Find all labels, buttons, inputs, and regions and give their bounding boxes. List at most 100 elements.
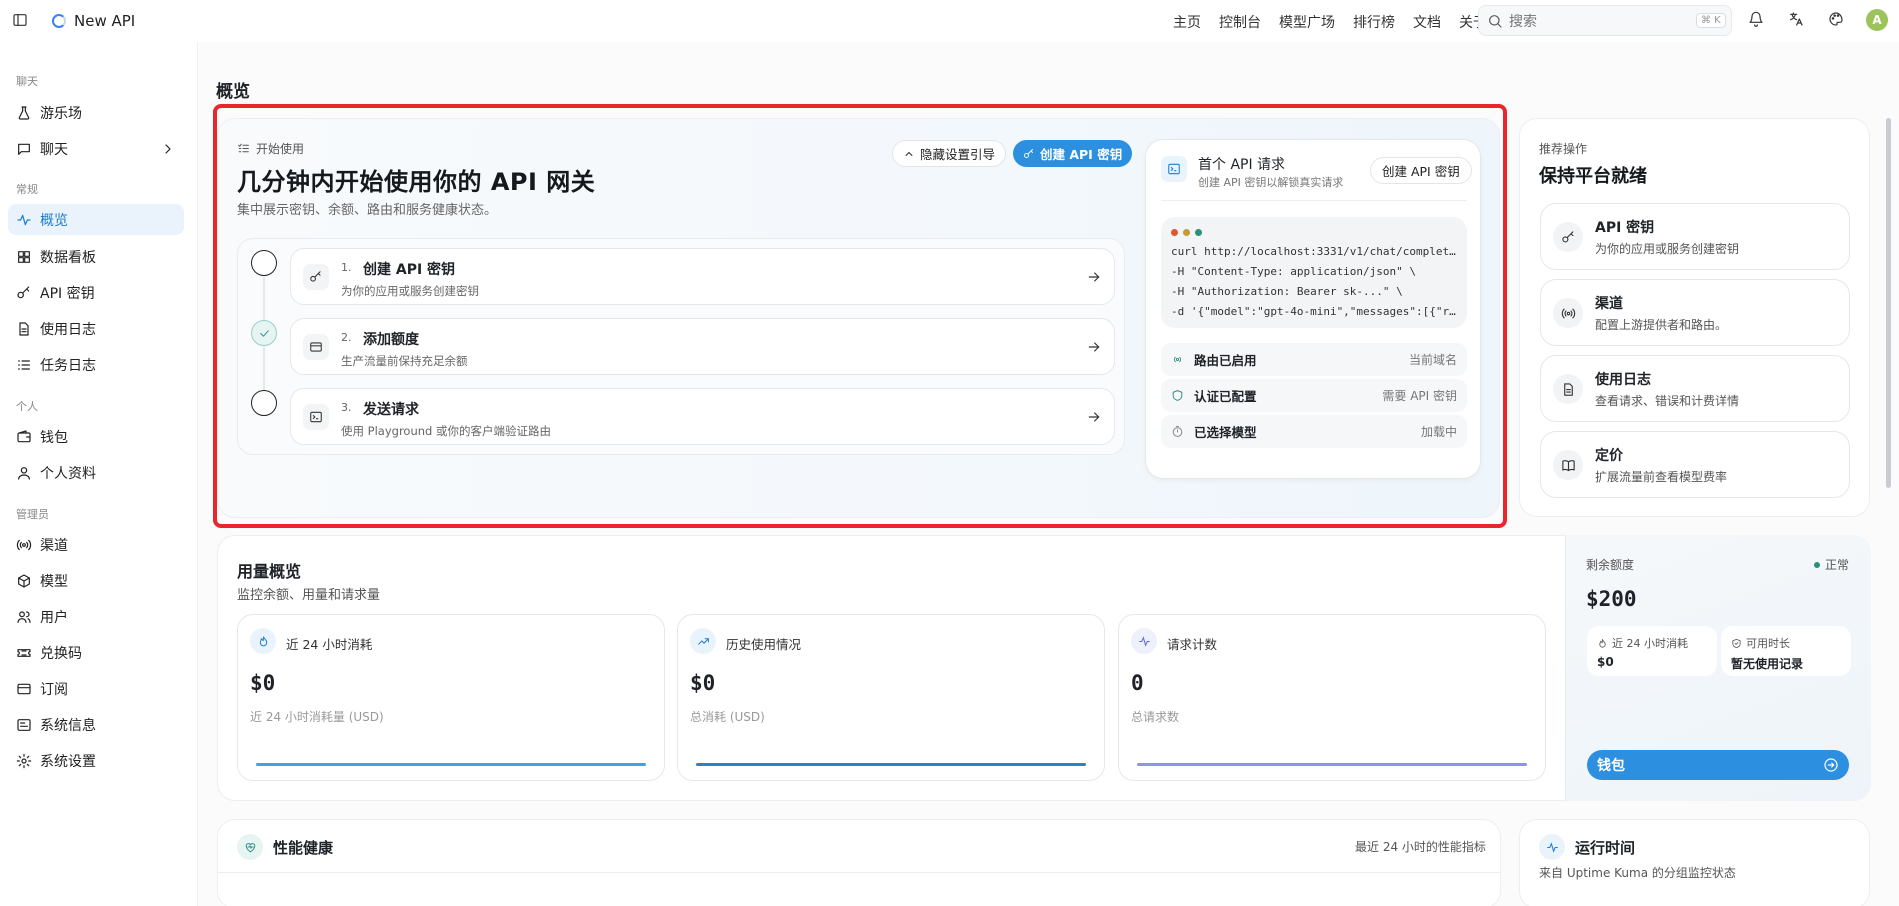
radio-icon (1553, 298, 1583, 328)
sidebar-item-profile[interactable]: 个人资料 (8, 457, 184, 488)
top-nav: 主页 控制台 模型广场 排行榜 文档 关于 (1173, 12, 1487, 32)
nav-leaderboard[interactable]: 排行榜 (1353, 12, 1395, 32)
app-logo[interactable]: New API (52, 12, 135, 30)
sidebar-item-label: 钱包 (40, 429, 68, 446)
rec-usage-logs[interactable]: 使用日志 查看请求、错误和计费详情 (1540, 355, 1850, 422)
file-icon (1553, 374, 1583, 404)
nav-home[interactable]: 主页 (1173, 12, 1201, 32)
radio-icon (1171, 353, 1184, 366)
sidebar-item-models[interactable]: 模型 (8, 565, 184, 596)
step-send-request[interactable]: 3. 发送请求 使用 Playground 或你的客户端验证路由 (290, 388, 1115, 445)
info-icon (16, 717, 32, 733)
users-icon (16, 609, 32, 625)
sidebar-item-subscriptions[interactable]: 订阅 (8, 673, 184, 704)
rec-pricing[interactable]: 定价 扩展流量前查看模型费率 (1540, 431, 1850, 498)
rec-desc: 为你的应用或服务创建密钥 (1595, 242, 1740, 256)
sidebar-item-playground[interactable]: 游乐场 (8, 97, 184, 128)
performance-title: 性能健康 (273, 839, 334, 857)
wallet-button[interactable]: 钱包 (1587, 750, 1849, 780)
sidebar-toggle-icon[interactable] (12, 12, 28, 28)
step-add-credit[interactable]: 2. 添加额度 生产流量前保持充足余额 (290, 318, 1115, 375)
sidebar-item-label: API 密钥 (40, 285, 95, 302)
trending-up-icon (690, 628, 716, 654)
sidebar-item-usage-logs[interactable]: 使用日志 (8, 313, 184, 344)
panel-create-api-key-button[interactable]: 创建 API 密钥 (1370, 157, 1472, 184)
rec-desc: 查看请求、错误和计费详情 (1595, 394, 1740, 408)
key-icon (16, 285, 32, 301)
nav-model-market[interactable]: 模型广场 (1279, 12, 1335, 32)
hide-guide-button[interactable]: 隐藏设置引导 (892, 140, 1007, 167)
step-1-indicator (251, 250, 277, 276)
create-api-key-button[interactable]: 创建 API 密钥 (1013, 140, 1133, 167)
bell-icon[interactable] (1748, 11, 1764, 27)
status-dot (1814, 561, 1820, 568)
key-icon (303, 264, 329, 290)
cube-icon (16, 573, 32, 589)
sidebar-item-label: 任务日志 (40, 357, 96, 374)
wallet-available-time: 可用时长 暂无使用记录 (1721, 626, 1851, 676)
status-value: 当前域名 (1408, 353, 1457, 367)
step-create-key[interactable]: 1. 创建 API 密钥 为你的应用或服务创建密钥 (290, 248, 1115, 305)
metric-value: 0 (1131, 671, 1144, 695)
flame-icon (1597, 638, 1608, 649)
remaining-quota-label: 剩余额度 (1586, 558, 1635, 572)
metric-title: 请求计数 (1167, 637, 1218, 652)
step-title: 创建 API 密钥 (363, 262, 456, 278)
page-title: 概览 (216, 82, 250, 102)
step-description: 使用 Playground 或你的客户端验证路由 (341, 424, 551, 438)
key-icon (1023, 148, 1035, 160)
chevron-right-icon[interactable] (160, 141, 176, 157)
top-bar-actions (1748, 11, 1844, 27)
rec-api-keys[interactable]: API 密钥 为你的应用或服务创建密钥 (1540, 203, 1850, 270)
top-bar: New API 主页 控制台 模型广场 排行榜 文档 关于 ⌘ K A (0, 0, 1899, 42)
nav-console[interactable]: 控制台 (1219, 12, 1261, 32)
scrollbar[interactable] (1886, 118, 1891, 488)
code-snippet[interactable]: curl http://localhost:3331/v1/chat/compl… (1161, 217, 1467, 328)
rec-desc: 配置上游提供者和路由。 (1595, 318, 1728, 332)
sidebar-item-wallet[interactable]: 钱包 (8, 421, 184, 452)
metric-desc: 总请求数 (1131, 710, 1180, 724)
sidebar-item-api-keys[interactable]: API 密钥 (8, 277, 184, 308)
step-2-indicator (251, 320, 277, 346)
sidebar-item-chat[interactable]: 聊天 (8, 133, 184, 164)
avatar[interactable]: A (1866, 9, 1888, 31)
activity-icon (1131, 628, 1157, 654)
first-request-panel: 首个 API 请求 创建 API 密钥以解锁真实请求 创建 API 密钥 cur… (1145, 139, 1481, 479)
sidebar-item-label: 渠道 (40, 537, 68, 554)
sidebar-item-label: 用户 (40, 609, 68, 626)
card-icon (16, 681, 32, 697)
terminal-icon (303, 404, 329, 430)
rec-channels[interactable]: 渠道 配置上游提供者和路由。 (1540, 279, 1850, 346)
sidebar-item-system-info[interactable]: 系统信息 (8, 709, 184, 740)
search-input[interactable] (1509, 12, 1690, 29)
uptime-card (1519, 819, 1870, 906)
rec-desc: 扩展流量前查看模型费率 (1595, 470, 1728, 484)
sidebar-item-task-logs[interactable]: 任务日志 (8, 349, 184, 380)
arrow-right-icon (1823, 757, 1839, 773)
user-icon (16, 465, 32, 481)
sidebar-item-system-settings[interactable]: 系统设置 (8, 745, 184, 776)
nav-docs[interactable]: 文档 (1413, 12, 1441, 32)
metric-title: 近 24 小时消耗 (286, 637, 373, 652)
list-icon (16, 357, 32, 373)
sidebar-item-channels[interactable]: 渠道 (8, 529, 184, 560)
metric-24h-cost: 近 24 小时消耗 $0 近 24 小时消耗量 (USD) (237, 614, 665, 781)
translate-icon[interactable] (1788, 11, 1804, 27)
sidebar-item-overview[interactable]: 概览 (8, 204, 184, 235)
status-label: 路由已启用 (1194, 353, 1257, 368)
palette-icon[interactable] (1828, 11, 1844, 27)
arrow-right-icon (1086, 269, 1102, 285)
search-box[interactable]: ⌘ K (1478, 5, 1732, 36)
step-number: 3. (341, 401, 352, 414)
sidebar-item-label: 聊天 (40, 141, 68, 158)
flame-icon (250, 628, 276, 654)
dot-red (1171, 229, 1178, 236)
sidebar-item-redeem-codes[interactable]: 兑换码 (8, 637, 184, 668)
sidebar-item-label: 订阅 (40, 681, 68, 698)
rec-title: API 密钥 (1595, 220, 1655, 236)
sidebar-item-dashboard[interactable]: 数据看板 (8, 241, 184, 272)
status-badge: 正常 (1814, 556, 1849, 573)
sidebar-item-users[interactable]: 用户 (8, 601, 184, 632)
key-icon (1553, 222, 1583, 252)
hero-subtitle: 集中展示密钥、余额、路由和服务健康状态。 (237, 203, 498, 218)
